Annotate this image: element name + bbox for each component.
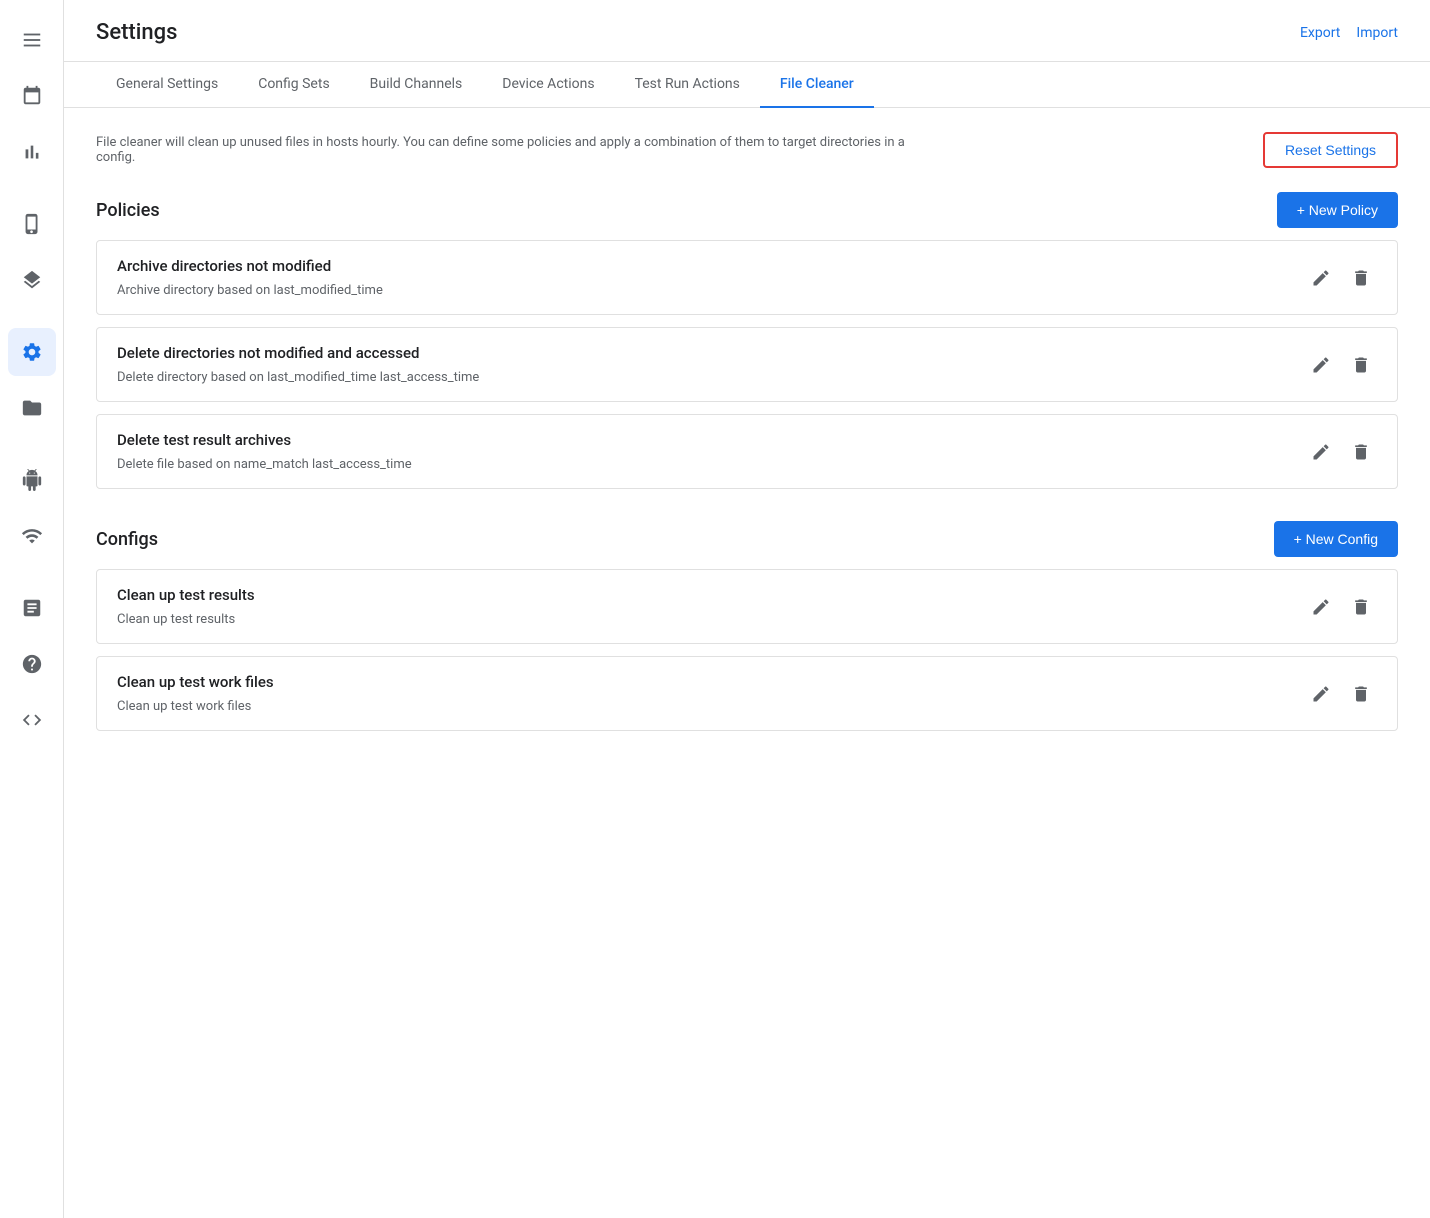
- policy-card-3-delete-button[interactable]: [1345, 436, 1377, 468]
- new-policy-button[interactable]: + New Policy: [1277, 192, 1398, 228]
- configs-section-title: Configs: [96, 529, 158, 550]
- info-bar: File cleaner will clean up unused files …: [96, 132, 1398, 168]
- policy-card-1-actions: [1305, 262, 1377, 294]
- sidebar-item-settings[interactable]: [8, 328, 56, 376]
- delete-icon: [1351, 684, 1371, 704]
- sidebar-item-barchart[interactable]: [8, 128, 56, 176]
- sidebar-item-list[interactable]: [8, 16, 56, 64]
- sidebar-item-android[interactable]: [8, 456, 56, 504]
- tab-device-actions[interactable]: Device Actions: [482, 62, 614, 108]
- config-card-1-content: Clean up test results Clean up test resu…: [117, 586, 1305, 627]
- policy-card-2-subtitle: Delete directory based on last_modified_…: [117, 370, 1305, 385]
- policies-section-header: Policies + New Policy: [96, 192, 1398, 228]
- sidebar-item-layers[interactable]: [8, 256, 56, 304]
- policy-card-3-edit-button[interactable]: [1305, 436, 1337, 468]
- configs-section-header: Configs + New Config: [96, 521, 1398, 557]
- sidebar-item-help[interactable]: [8, 640, 56, 688]
- tab-build-channels[interactable]: Build Channels: [350, 62, 483, 108]
- config-card-2-subtitle: Clean up test work files: [117, 699, 1305, 714]
- sidebar-item-device[interactable]: [8, 200, 56, 248]
- policy-card-3: Delete test result archives Delete file …: [96, 414, 1398, 489]
- new-config-button[interactable]: + New Config: [1274, 521, 1398, 557]
- sidebar-item-code[interactable]: [8, 696, 56, 744]
- reset-settings-button[interactable]: Reset Settings: [1263, 132, 1398, 168]
- tab-general-settings[interactable]: General Settings: [96, 62, 238, 108]
- import-link[interactable]: Import: [1356, 25, 1398, 41]
- page-header: Settings Export Import: [64, 0, 1430, 62]
- config-card-1-delete-button[interactable]: [1345, 591, 1377, 623]
- edit-icon: [1311, 355, 1331, 375]
- delete-icon: [1351, 355, 1371, 375]
- sidebar-item-notes[interactable]: [8, 584, 56, 632]
- config-card-2-edit-button[interactable]: [1305, 678, 1337, 710]
- policy-card-1-title: Archive directories not modified: [117, 257, 1305, 275]
- tab-file-cleaner[interactable]: File Cleaner: [760, 62, 874, 108]
- policy-card-2-delete-button[interactable]: [1345, 349, 1377, 381]
- delete-icon: [1351, 442, 1371, 462]
- tab-config-sets[interactable]: Config Sets: [238, 62, 349, 108]
- policy-card-2: Delete directories not modified and acce…: [96, 327, 1398, 402]
- page-title: Settings: [96, 20, 177, 45]
- delete-icon: [1351, 268, 1371, 288]
- edit-icon: [1311, 268, 1331, 288]
- policy-card-3-content: Delete test result archives Delete file …: [117, 431, 1305, 472]
- config-card-2-content: Clean up test work files Clean up test w…: [117, 673, 1305, 714]
- sidebar-item-monitor[interactable]: [8, 512, 56, 560]
- policy-card-1-delete-button[interactable]: [1345, 262, 1377, 294]
- policy-card-3-title: Delete test result archives: [117, 431, 1305, 449]
- config-card-2-title: Clean up test work files: [117, 673, 1305, 691]
- policy-card-2-actions: [1305, 349, 1377, 381]
- policy-card-1-content: Archive directories not modified Archive…: [117, 257, 1305, 298]
- edit-icon: [1311, 442, 1331, 462]
- policy-card-2-edit-button[interactable]: [1305, 349, 1337, 381]
- tab-bar: General Settings Config Sets Build Chann…: [64, 62, 1430, 108]
- info-text: File cleaner will clean up unused files …: [96, 135, 916, 165]
- policy-card-1-edit-button[interactable]: [1305, 262, 1337, 294]
- config-card-2-actions: [1305, 678, 1377, 710]
- config-card-1-subtitle: Clean up test results: [117, 612, 1305, 627]
- config-card-1-title: Clean up test results: [117, 586, 1305, 604]
- sidebar: [0, 0, 64, 1218]
- tab-test-run-actions[interactable]: Test Run Actions: [615, 62, 760, 108]
- main-content: Settings Export Import General Settings …: [64, 0, 1430, 1218]
- export-link[interactable]: Export: [1300, 25, 1340, 41]
- policies-section-title: Policies: [96, 200, 160, 221]
- config-card-1-edit-button[interactable]: [1305, 591, 1337, 623]
- policy-card-3-actions: [1305, 436, 1377, 468]
- sidebar-item-calendar[interactable]: [8, 72, 56, 120]
- header-actions: Export Import: [1300, 25, 1398, 41]
- edit-icon: [1311, 684, 1331, 704]
- delete-icon: [1351, 597, 1371, 617]
- config-card-1-actions: [1305, 591, 1377, 623]
- policy-card-1-subtitle: Archive directory based on last_modified…: [117, 283, 1305, 298]
- config-card-2-delete-button[interactable]: [1345, 678, 1377, 710]
- policy-card-3-subtitle: Delete file based on name_match last_acc…: [117, 457, 1305, 472]
- config-card-2: Clean up test work files Clean up test w…: [96, 656, 1398, 731]
- policy-card-2-title: Delete directories not modified and acce…: [117, 344, 1305, 362]
- config-card-1: Clean up test results Clean up test resu…: [96, 569, 1398, 644]
- policy-card-2-content: Delete directories not modified and acce…: [117, 344, 1305, 385]
- sidebar-item-folder[interactable]: [8, 384, 56, 432]
- content-area: File cleaner will clean up unused files …: [64, 108, 1430, 1218]
- policy-card-1: Archive directories not modified Archive…: [96, 240, 1398, 315]
- edit-icon: [1311, 597, 1331, 617]
